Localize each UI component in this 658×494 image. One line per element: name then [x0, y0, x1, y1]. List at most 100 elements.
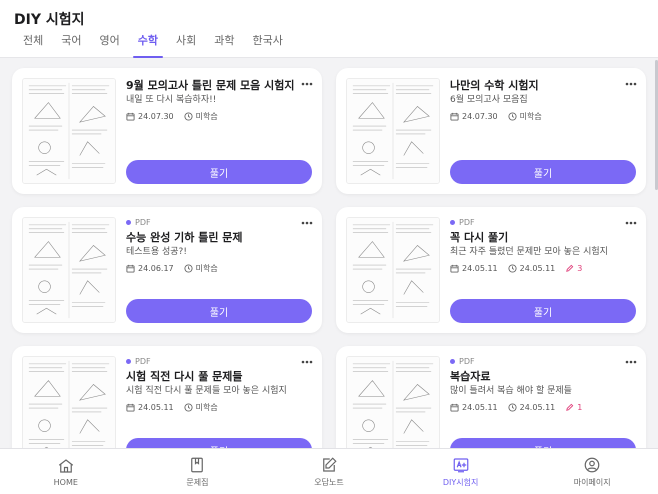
- created-date-value: 24.05.11: [462, 402, 498, 412]
- solve-button[interactable]: 풀기: [450, 438, 636, 448]
- nav-mypage-label: 마이페이지: [573, 477, 611, 487]
- clock-icon: [184, 111, 193, 121]
- app-header: DIY 시험지 전체 국어 영어 수학 사회 과학 한국사: [0, 0, 658, 58]
- card-subtitle: 최근 자주 틀렸던 문제만 모아 놓은 시험지: [450, 247, 608, 257]
- study-status: 24.05.11: [508, 402, 556, 412]
- card-subtitle: 내일 또 다시 복습하자!!: [126, 95, 217, 105]
- exam-card[interactable]: 9월 모의고사 틀린 문제 모음 시험지 내일 또 다시 복습하자!! 24.0…: [12, 68, 322, 194]
- edit-count-value: 3: [577, 263, 583, 273]
- tab-english[interactable]: 영어: [91, 33, 129, 58]
- exam-card[interactable]: 나만의 수학 시험지 6월 모의고사 모음집 24.07.30 미학습 풀기: [336, 68, 646, 194]
- study-status: 24.05.11: [508, 263, 556, 273]
- exam-card[interactable]: PDF 수능 완성 기하 틀린 문제 테스트용 성공?! 24.06.17 미학…: [12, 207, 322, 333]
- file-type-dot: [450, 220, 455, 225]
- study-status-value: 24.05.11: [519, 402, 556, 412]
- study-status: 미학습: [184, 402, 218, 413]
- exam-thumbnail[interactable]: [22, 356, 116, 448]
- tab-all[interactable]: 전체: [14, 33, 52, 58]
- nav-mypage[interactable]: 마이페이지: [526, 449, 658, 494]
- edit-note-icon: [323, 456, 337, 472]
- calendar-icon: [450, 112, 459, 121]
- exam-card[interactable]: PDF 시험 직전 다시 풀 문제들 시험 직전 다시 풀 문제들 모아 놓은 …: [12, 346, 322, 448]
- exam-thumbnail[interactable]: [346, 78, 440, 184]
- file-type-dot: [126, 220, 131, 225]
- card-body: PDF 수능 완성 기하 틀린 문제 테스트용 성공?! 24.06.17 미학…: [126, 217, 314, 274]
- exam-card-grid: 9월 모의고사 틀린 문제 모음 시험지 내일 또 다시 복습하자!! 24.0…: [0, 58, 658, 448]
- file-type-badge: PDF: [126, 217, 314, 228]
- study-status-value: 미학습: [519, 111, 542, 121]
- nav-diy-exam[interactable]: DIY시험지: [395, 449, 527, 494]
- diy-exam-icon: [453, 457, 468, 472]
- nav-diy-exam-label: DIY시험지: [442, 477, 479, 487]
- file-type-badge: PDF: [450, 356, 638, 367]
- created-date: 24.06.17: [126, 264, 174, 273]
- created-date-value: 24.05.11: [462, 263, 498, 273]
- more-options-icon[interactable]: [624, 213, 638, 225]
- card-title: 시험 직전 다시 풀 문제들: [126, 370, 243, 383]
- created-date-value: 24.07.30: [462, 111, 498, 121]
- card-body: 나만의 수학 시험지 6월 모의고사 모음집 24.07.30 미학습: [450, 78, 638, 122]
- solve-button[interactable]: 풀기: [450, 160, 636, 184]
- calendar-icon: [450, 264, 459, 273]
- card-title: 복습자료: [450, 370, 491, 383]
- nav-home-label: HOME: [53, 477, 78, 487]
- created-date: 24.07.30: [450, 112, 498, 121]
- created-date: 24.05.11: [126, 403, 174, 412]
- more-options-icon[interactable]: [300, 74, 314, 86]
- exam-card[interactable]: PDF 꼭 다시 풀기 최근 자주 틀렸던 문제만 모아 놓은 시험지 24.0…: [336, 207, 646, 333]
- solve-button[interactable]: 풀기: [126, 438, 312, 448]
- file-type-label: PDF: [459, 357, 475, 366]
- card-subtitle: 많이 틀려서 복습 해야 할 문제들: [450, 386, 572, 396]
- solve-button[interactable]: 풀기: [450, 299, 636, 323]
- card-body: PDF 시험 직전 다시 풀 문제들 시험 직전 다시 풀 문제들 모아 놓은 …: [126, 356, 314, 413]
- card-title: 꼭 다시 풀기: [450, 231, 509, 244]
- calendar-icon: [450, 403, 459, 412]
- solve-button[interactable]: 풀기: [126, 299, 312, 323]
- card-body: 9월 모의고사 틀린 문제 모음 시험지 내일 또 다시 복습하자!! 24.0…: [126, 78, 314, 122]
- edit-count: 1: [565, 403, 582, 412]
- nav-wrong-note-label: 오답노트: [314, 477, 344, 487]
- exam-thumbnail[interactable]: [346, 356, 440, 448]
- calendar-icon: [126, 112, 135, 121]
- nav-wrong-note[interactable]: 오답노트: [263, 449, 395, 494]
- card-meta: 24.07.30 미학습: [126, 110, 314, 122]
- card-meta: 24.07.30 미학습: [450, 110, 638, 122]
- study-status-value: 24.05.11: [519, 263, 556, 273]
- card-body: PDF 꼭 다시 풀기 최근 자주 틀렸던 문제만 모아 놓은 시험지 24.0…: [450, 217, 638, 274]
- more-options-icon[interactable]: [624, 74, 638, 86]
- card-title: 나만의 수학 시험지: [450, 79, 539, 92]
- subject-tabs: 전체 국어 영어 수학 사회 과학 한국사: [14, 33, 292, 58]
- exam-card[interactable]: PDF 복습자료 많이 틀려서 복습 해야 할 문제들 24.05.11 24.…: [336, 346, 646, 448]
- nav-home[interactable]: HOME: [0, 449, 132, 494]
- calendar-icon: [126, 264, 135, 273]
- tab-korean[interactable]: 국어: [52, 33, 90, 58]
- clock-icon: [184, 263, 193, 273]
- study-status-value: 미학습: [195, 402, 218, 412]
- card-subtitle: 테스트용 성공?!: [126, 247, 187, 257]
- more-options-icon[interactable]: [300, 352, 314, 364]
- tab-math[interactable]: 수학: [129, 33, 167, 58]
- nav-workbook[interactable]: 문제집: [132, 449, 264, 494]
- tab-science[interactable]: 과학: [205, 33, 243, 58]
- file-type-label: PDF: [459, 218, 475, 227]
- solve-button[interactable]: 풀기: [126, 160, 312, 184]
- exam-thumbnail[interactable]: [22, 217, 116, 323]
- tab-history[interactable]: 한국사: [244, 33, 292, 58]
- more-options-icon[interactable]: [624, 352, 638, 364]
- card-title: 수능 완성 기하 틀린 문제: [126, 231, 243, 244]
- home-icon: [58, 458, 73, 473]
- card-subtitle: 6월 모의고사 모음집: [450, 95, 528, 105]
- created-date: 24.05.11: [450, 403, 498, 412]
- tab-social[interactable]: 사회: [167, 33, 205, 58]
- exam-thumbnail[interactable]: [346, 217, 440, 323]
- file-type-badge: PDF: [126, 356, 314, 367]
- more-options-icon[interactable]: [300, 213, 314, 225]
- card-meta: 24.05.11 미학습: [126, 401, 314, 413]
- study-status: 미학습: [184, 263, 218, 274]
- file-type-dot: [450, 359, 455, 364]
- card-meta: 24.06.17 미학습: [126, 262, 314, 274]
- pencil-icon: [565, 264, 574, 273]
- card-title: 9월 모의고사 틀린 문제 모음 시험지: [126, 79, 295, 92]
- clock-icon: [508, 263, 517, 273]
- exam-thumbnail[interactable]: [22, 78, 116, 184]
